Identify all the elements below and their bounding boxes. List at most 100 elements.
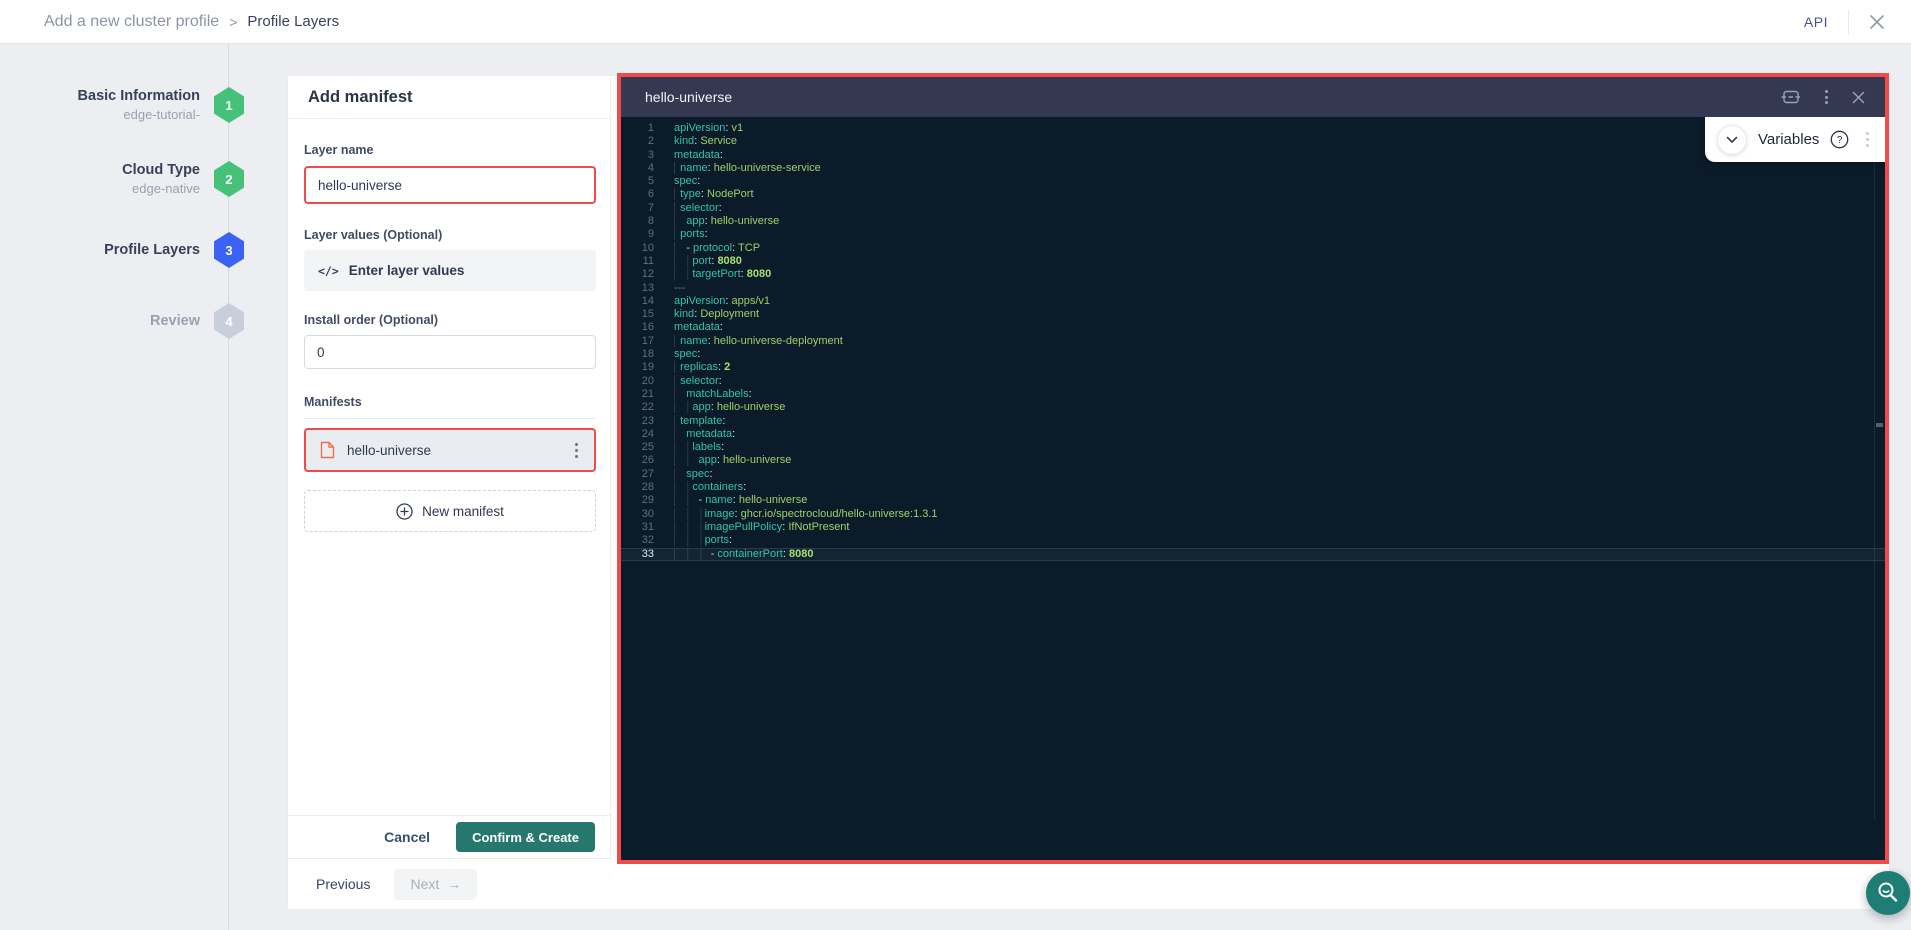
previous-button[interactable]: Previous	[316, 876, 370, 892]
code-text: kind: Deployment	[654, 308, 759, 321]
step-title: Review	[150, 313, 200, 329]
next-button[interactable]: Next →	[394, 869, 477, 900]
code-line[interactable]: 15kind: Deployment	[621, 308, 1885, 321]
line-number: 5	[621, 175, 654, 188]
code-text: metadata:	[654, 149, 723, 162]
help-icon[interactable]: ?	[1830, 130, 1849, 149]
code-line[interactable]: 31 imagePullPolicy: IfNotPresent	[621, 521, 1885, 534]
code-line[interactable]: 18spec:	[621, 348, 1885, 361]
code-text: selector:	[654, 375, 722, 388]
code-line[interactable]: 17 name: hello-universe-deployment	[621, 335, 1885, 348]
enter-layer-values-label: Enter layer values	[349, 263, 465, 278]
code-line[interactable]: 26 app: hello-universe	[621, 454, 1885, 467]
layer-name-label: Layer name	[304, 143, 596, 157]
line-number: 14	[621, 295, 654, 308]
manifest-kebab-icon[interactable]	[569, 439, 584, 462]
app-header: Add a new cluster profile > Profile Laye…	[0, 0, 1911, 44]
code-line[interactable]: 24 metadata:	[621, 428, 1885, 441]
step-subtitle: edge-native	[122, 181, 200, 196]
code-line[interactable]: 28 containers:	[621, 481, 1885, 494]
code-line[interactable]: 21 matchLabels:	[621, 388, 1885, 401]
line-number: 19	[621, 361, 654, 374]
install-order-input[interactable]	[304, 335, 596, 369]
step-number-badge[interactable]: 2	[214, 161, 244, 197]
code-line[interactable]: 32 ports:	[621, 534, 1885, 547]
code-line[interactable]: 2kind: Service	[621, 135, 1885, 148]
step-profile-layers[interactable]: Profile Layers 3	[0, 228, 260, 272]
code-text: apiVersion: v1	[654, 122, 743, 135]
split-view-icon[interactable]	[1779, 87, 1803, 107]
code-text: kind: Service	[654, 135, 737, 148]
code-line[interactable]: 23 template:	[621, 415, 1885, 428]
line-number: 29	[621, 494, 654, 507]
editor-body[interactable]: 1apiVersion: v12kind: Service3metadata:4…	[621, 117, 1885, 820]
step-cloud-type[interactable]: Cloud Type edge-native 2	[0, 157, 260, 201]
code-line[interactable]: 16metadata:	[621, 321, 1885, 334]
line-number: 22	[621, 401, 654, 414]
line-number: 12	[621, 268, 654, 281]
next-label: Next	[410, 876, 439, 892]
code-line[interactable]: 8 app: hello-universe	[621, 215, 1885, 228]
step-number-badge[interactable]: 1	[214, 87, 244, 123]
code-line[interactable]: 25 labels:	[621, 441, 1885, 454]
code-line[interactable]: 19 replicas: 2	[621, 361, 1885, 374]
code-lines: 1apiVersion: v12kind: Service3metadata:4…	[621, 117, 1885, 561]
code-line[interactable]: 5spec:	[621, 175, 1885, 188]
code-line[interactable]: 30 image: ghcr.io/spectrocloud/hello-uni…	[621, 508, 1885, 521]
line-number: 16	[621, 321, 654, 334]
line-number: 33	[621, 548, 654, 561]
editor-close-icon[interactable]	[1850, 89, 1867, 106]
code-line[interactable]: 7 selector:	[621, 202, 1885, 215]
search-fab[interactable]	[1866, 871, 1910, 915]
api-button[interactable]: API	[1804, 14, 1828, 30]
close-icon[interactable]	[1869, 14, 1885, 30]
add-manifest-panel: Add manifest Layer name Layer values (Op…	[288, 76, 611, 859]
breadcrumb-separator-icon: >	[229, 14, 237, 30]
new-manifest-label: New manifest	[422, 504, 504, 519]
code-line[interactable]: 1apiVersion: v1	[621, 122, 1885, 135]
code-text: name: hello-universe-deployment	[654, 335, 843, 348]
code-line[interactable]: 10 - protocol: TCP	[621, 242, 1885, 255]
step-number-badge[interactable]: 3	[214, 232, 244, 268]
code-text: metadata:	[654, 321, 723, 334]
editor-actions	[1779, 84, 1867, 110]
code-line[interactable]: 12 targetPort: 8080	[621, 268, 1885, 281]
step-review[interactable]: Review 4	[0, 299, 260, 343]
editor-header: hello-universe	[621, 77, 1885, 117]
step-basic-information[interactable]: Basic Information edge-tutorial- 1	[0, 83, 260, 127]
code-text: - name: hello-universe	[654, 494, 807, 507]
code-line[interactable]: 33 - containerPort: 8080	[621, 548, 1885, 561]
new-manifest-button[interactable]: New manifest	[304, 490, 596, 532]
variables-kebab-icon[interactable]	[1860, 128, 1875, 151]
code-line[interactable]: 4 name: hello-universe-service	[621, 162, 1885, 175]
header-actions: API	[1804, 10, 1885, 34]
step-number-badge[interactable]: 4	[214, 303, 244, 339]
code-line[interactable]: 29 - name: hello-universe	[621, 494, 1885, 507]
breadcrumb-parent[interactable]: Add a new cluster profile	[44, 13, 219, 31]
code-line[interactable]: 6 type: NodePort	[621, 188, 1885, 201]
code-line[interactable]: 3metadata:	[621, 149, 1885, 162]
code-line[interactable]: 9 ports:	[621, 228, 1885, 241]
line-number: 10	[621, 242, 654, 255]
code-line[interactable]: 13---	[621, 282, 1885, 295]
code-line[interactable]: 22 app: hello-universe	[621, 401, 1885, 414]
confirm-create-button[interactable]: Confirm & Create	[456, 822, 595, 852]
scrollbar-thumb[interactable]	[1876, 423, 1883, 427]
code-line[interactable]: 14apiVersion: apps/v1	[621, 295, 1885, 308]
code-line[interactable]: 27 spec:	[621, 468, 1885, 481]
editor-kebab-icon[interactable]	[1817, 84, 1836, 110]
editor-scrollbar[interactable]	[1874, 117, 1885, 820]
cancel-button[interactable]: Cancel	[384, 829, 430, 845]
code-text: labels:	[654, 441, 724, 454]
code-text: replicas: 2	[654, 361, 730, 374]
layer-name-input[interactable]	[304, 166, 596, 204]
code-line[interactable]: 20 selector:	[621, 375, 1885, 388]
code-line[interactable]: 11 port: 8080	[621, 255, 1885, 268]
enter-layer-values-button[interactable]: </> Enter layer values	[304, 250, 596, 291]
manifest-file-icon	[320, 441, 335, 459]
line-number: 18	[621, 348, 654, 361]
arrow-right-icon: →	[447, 876, 461, 892]
manifest-item[interactable]: hello-universe	[304, 428, 596, 472]
plus-circle-icon	[396, 503, 413, 520]
chevron-down-icon[interactable]	[1717, 125, 1747, 155]
